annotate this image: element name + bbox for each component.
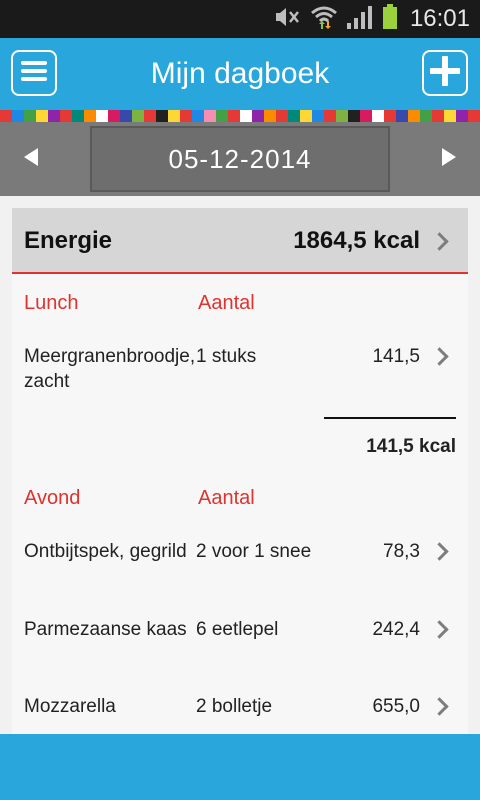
section-subtotal: 141,5 kcal bbox=[366, 436, 456, 457]
chevron-right-icon bbox=[430, 697, 449, 716]
menu-button[interactable] bbox=[11, 50, 57, 96]
app-bar: Mijn dagboek bbox=[0, 38, 480, 110]
food-kcal: 78,3 bbox=[383, 541, 420, 562]
food-kcal: 655,0 bbox=[372, 696, 420, 717]
diary-card: Energie 1864,5 kcal Lunch Aantal Meergra… bbox=[12, 208, 468, 734]
mute-icon bbox=[272, 6, 302, 33]
chevron-right-icon bbox=[430, 232, 449, 251]
food-name: Ontbijtspek, gegrild bbox=[24, 541, 187, 562]
food-kcal: 141,5 bbox=[372, 346, 420, 367]
arrow-right-icon[interactable] bbox=[442, 148, 456, 166]
subtotal-divider bbox=[324, 417, 456, 419]
food-amount: 2 bolletje bbox=[196, 696, 273, 717]
chevron-right-icon bbox=[430, 620, 449, 639]
date-navigation: 05-12-2014 bbox=[0, 122, 480, 196]
plus-icon bbox=[429, 55, 461, 92]
section-qty-header: Aantal bbox=[198, 292, 255, 314]
energy-row[interactable]: Energie 1864,5 kcal bbox=[12, 208, 468, 274]
food-name: Meergranenbroodje, zacht bbox=[24, 346, 196, 392]
food-amount: 6 eetlepel bbox=[196, 619, 279, 640]
status-icons: 16:01 bbox=[272, 0, 470, 38]
section-header-lunch: Lunch Aantal bbox=[12, 292, 468, 322]
section-name: Lunch bbox=[24, 292, 79, 314]
date-selector[interactable]: 05-12-2014 bbox=[90, 126, 390, 192]
arrow-left-icon[interactable] bbox=[24, 148, 38, 166]
food-amount: 2 voor 1 snee bbox=[196, 541, 312, 562]
list-item[interactable]: Mozzarella 2 bolletje 655,0 bbox=[12, 694, 468, 722]
food-kcal: 242,4 bbox=[372, 619, 420, 640]
chevron-right-icon bbox=[430, 542, 449, 561]
list-item[interactable]: Meergranenbroodje, zacht 1 stuks 141,5 bbox=[12, 344, 468, 396]
status-time: 16:01 bbox=[409, 5, 470, 32]
energy-label: Energie bbox=[24, 227, 113, 254]
battery-icon bbox=[382, 3, 398, 35]
food-amount: 1 stuks bbox=[196, 346, 257, 367]
menu-icon bbox=[21, 60, 47, 87]
bottom-bar bbox=[0, 734, 480, 800]
page-title: Mijn dagboek bbox=[150, 57, 330, 90]
energy-value: 1864,5 kcal bbox=[293, 227, 420, 254]
section-name: Avond bbox=[24, 487, 81, 509]
list-item[interactable]: Ontbijtspek, gegrild 2 voor 1 snee 78,3 bbox=[12, 539, 468, 591]
chevron-right-icon bbox=[430, 347, 449, 366]
signal-icon bbox=[346, 5, 374, 34]
wifi-icon bbox=[310, 5, 338, 34]
food-name: Mozzarella bbox=[24, 696, 116, 717]
status-bar: 16:01 bbox=[0, 0, 480, 38]
section-qty-header: Aantal bbox=[198, 487, 255, 509]
decorative-color-strip bbox=[0, 110, 480, 122]
section-header-avond: Avond Aantal bbox=[12, 487, 468, 517]
add-button[interactable] bbox=[422, 50, 468, 96]
food-name: Parmezaanse kaas bbox=[24, 619, 187, 640]
list-item[interactable]: Parmezaanse kaas 6 eetlepel 242,4 bbox=[12, 617, 468, 669]
